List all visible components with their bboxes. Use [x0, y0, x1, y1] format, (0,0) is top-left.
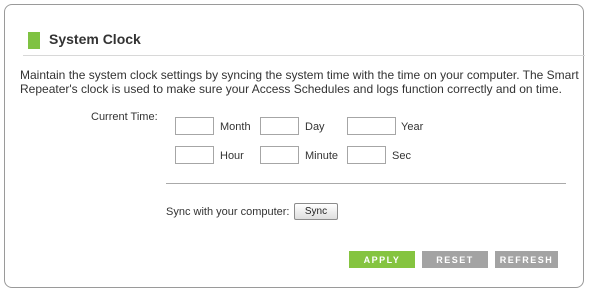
- reset-button[interactable]: RESET: [422, 251, 488, 268]
- year-label: Year: [401, 121, 424, 133]
- section-divider: [166, 183, 566, 184]
- day-input[interactable]: [260, 117, 299, 135]
- second-input[interactable]: [347, 146, 386, 164]
- refresh-button[interactable]: REFRESH: [495, 251, 558, 268]
- month-input[interactable]: [175, 117, 214, 135]
- year-input[interactable]: [347, 117, 396, 135]
- hour-input[interactable]: [175, 146, 214, 164]
- title-divider: [23, 55, 585, 56]
- current-time-label: Current Time:: [91, 111, 158, 123]
- section-title-marker: [28, 32, 40, 49]
- sync-button[interactable]: Sync: [294, 203, 338, 220]
- month-label: Month: [220, 121, 251, 133]
- sync-label: Sync with your computer:: [166, 206, 290, 218]
- minute-label: Minute: [305, 150, 339, 162]
- second-label: Sec: [392, 150, 411, 162]
- section-description: Maintain the system clock settings by sy…: [20, 68, 579, 96]
- minute-input[interactable]: [260, 146, 299, 164]
- hour-label: Hour: [220, 150, 244, 162]
- section-title: System Clock: [49, 31, 141, 47]
- day-label: Day: [305, 121, 325, 133]
- apply-button[interactable]: APPLY: [349, 251, 415, 268]
